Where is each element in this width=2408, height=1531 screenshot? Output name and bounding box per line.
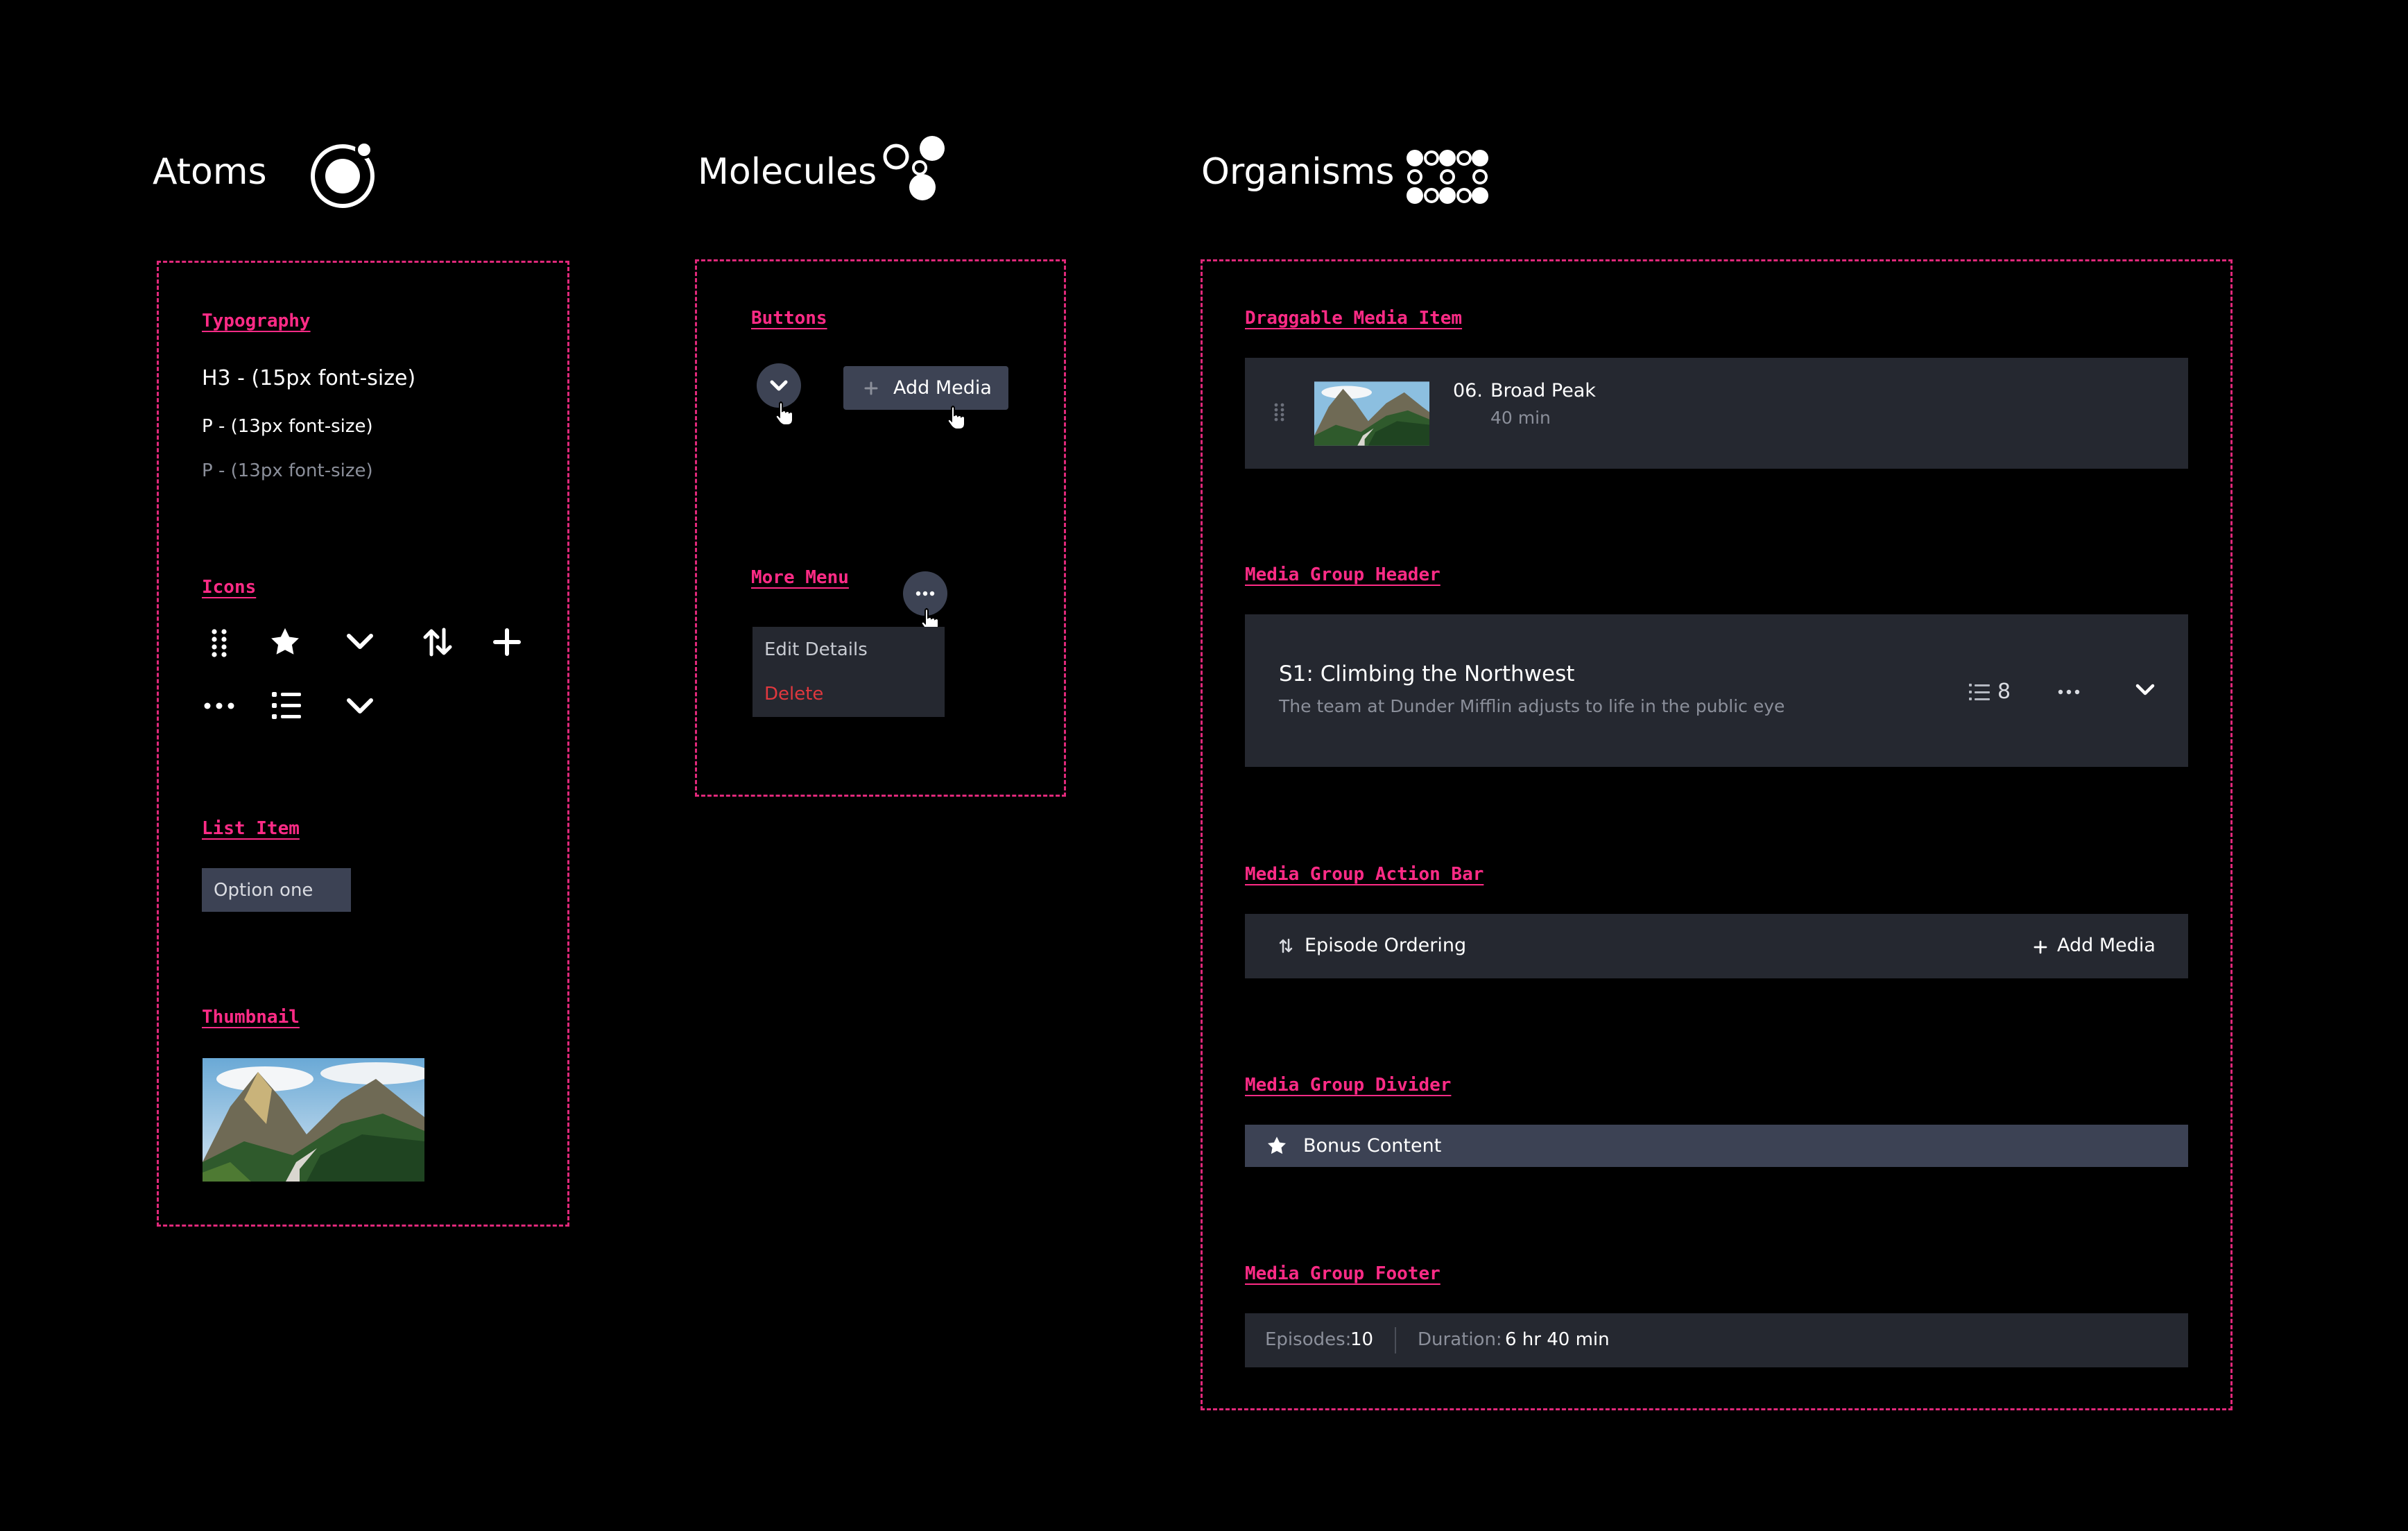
media-thumbnail	[1314, 381, 1429, 446]
episode-ordering-label: Episode Ordering	[1305, 935, 1467, 956]
thumbnail-image	[203, 1058, 424, 1182]
chevron-down-icon	[345, 631, 375, 652]
plus-icon	[2033, 940, 2047, 954]
media-group-divider: Bonus Content	[1245, 1125, 2188, 1167]
pointer-cursor-icon	[947, 405, 966, 430]
h3-sample: H3 - (15px font-size)	[202, 366, 416, 390]
star-icon	[1268, 1136, 1286, 1154]
more-icon[interactable]	[2057, 688, 2081, 696]
star-icon	[269, 627, 301, 657]
more-menu-label: More Menu	[751, 567, 849, 588]
divider-title: Bonus Content	[1303, 1135, 1442, 1157]
list-icon	[1969, 684, 1990, 700]
plus-icon	[864, 381, 878, 395]
pointer-cursor-icon	[775, 401, 794, 426]
chevron-down-icon[interactable]	[2135, 682, 2156, 698]
group-description: The team at Dunder Mifflin adjusts to li…	[1279, 696, 1785, 716]
p-sample: P - (13px font-size)	[202, 416, 373, 437]
drag-handle-icon	[207, 628, 231, 658]
list-item-label: List Item	[202, 818, 300, 839]
drag-handle-icon[interactable]	[1273, 402, 1286, 423]
media-duration: 40 min	[1490, 408, 1551, 428]
media-group-action-bar-label: Media Group Action Bar	[1245, 864, 1484, 885]
atom-icon	[309, 140, 379, 209]
media-group-footer: Episodes: 10 Duration: 6 hr 40 min	[1245, 1313, 2188, 1367]
list-item[interactable]: Option one	[202, 868, 351, 912]
media-group-header-label: Media Group Header	[1245, 564, 1440, 585]
menu-item-delete[interactable]: Delete	[764, 684, 823, 704]
more-menu-dropdown: Edit Details Delete	[752, 627, 945, 717]
organism-icon	[1404, 147, 1491, 207]
media-group-action-bar: Episode Ordering Add Media	[1245, 914, 2188, 978]
add-media-button[interactable]: Add Media	[843, 366, 1008, 410]
organisms-heading: Organisms	[1201, 151, 1395, 193]
menu-item-edit-details[interactable]: Edit Details	[764, 639, 868, 660]
media-number: 06.	[1453, 380, 1483, 401]
more-icon	[203, 700, 235, 711]
buttons-label: Buttons	[751, 308, 827, 329]
list-item-text: Option one	[214, 880, 313, 901]
atoms-heading: Atoms	[153, 151, 267, 193]
sort-icon	[1279, 938, 1293, 953]
sort-icon	[422, 627, 454, 657]
media-title: Broad Peak	[1490, 380, 1596, 401]
duration-value: 6 hr 40 min	[1505, 1329, 1610, 1350]
draggable-media-item[interactable]: 06. Broad Peak 40 min	[1245, 358, 2188, 469]
draggable-media-item-label: Draggable Media Item	[1245, 308, 1463, 329]
thumbnail-label: Thumbnail	[202, 1007, 300, 1028]
action-bar-add-media-label: Add Media	[2057, 935, 2156, 956]
media-group-footer-label: Media Group Footer	[1245, 1263, 1440, 1284]
chevron-down-icon	[345, 695, 375, 716]
media-group-divider-label: Media Group Divider	[1245, 1075, 1452, 1096]
plus-icon	[492, 628, 522, 657]
action-bar-add-media-button[interactable]: Add Media	[2033, 935, 2172, 958]
episode-count: 8	[1997, 680, 2011, 704]
media-group-header: S1: Climbing the Northwest The team at D…	[1245, 614, 2188, 767]
add-media-button-label: Add Media	[893, 377, 992, 399]
molecules-heading: Molecules	[698, 151, 877, 193]
episodes-label: Episodes:	[1265, 1329, 1352, 1350]
list-icon	[272, 691, 301, 721]
episodes-value: 10	[1350, 1329, 1374, 1350]
icons-label: Icons	[202, 577, 257, 598]
typography-label: Typography	[202, 311, 311, 331]
duration-label: Duration:	[1418, 1329, 1502, 1350]
footer-separator	[1395, 1327, 1396, 1353]
molecule-icon	[881, 133, 953, 205]
p-muted-sample: P - (13px font-size)	[202, 460, 373, 481]
group-title: S1: Climbing the Northwest	[1279, 661, 1575, 686]
